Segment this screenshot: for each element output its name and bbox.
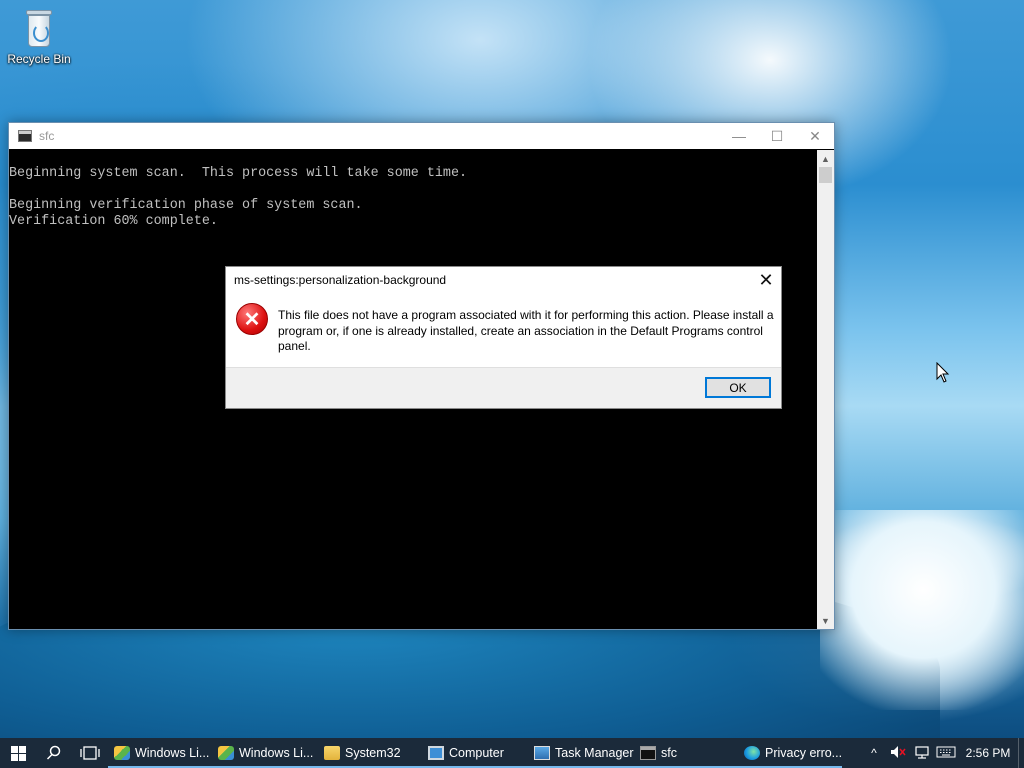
computer-icon [428,746,444,760]
dialog-title: ms-settings:personalization-background [234,273,447,287]
taskbar-item-label: Windows Li... [135,746,210,760]
desktop-icon-recycle-bin[interactable]: Recycle Bin [6,6,72,66]
system-tray: ^ 2:56 PM [862,738,1024,768]
error-icon: ✕ [236,303,268,335]
task-view-button[interactable] [72,738,108,768]
ok-button[interactable]: OK [705,377,771,398]
console-line: Beginning verification phase of system s… [9,198,363,213]
windows-live-icon [114,746,130,760]
taskbar-item-label: Privacy erro... [765,746,842,760]
error-dialog[interactable]: ms-settings:personalization-background ✕… [225,266,782,409]
minimize-button[interactable]: — [720,123,758,149]
network-icon[interactable] [910,745,934,762]
folder-icon [324,746,340,760]
taskbar-item-label: Computer [449,746,504,760]
taskbar-item-windows-live-1[interactable]: Windows Li... [108,738,212,768]
taskbar-item-sfc[interactable]: sfc [634,738,738,768]
console-titlebar[interactable]: sfc — ☐ ✕ [9,123,834,149]
taskbar-item-task-manager[interactable]: Task Manager [528,738,634,768]
scroll-up-arrow-icon[interactable]: ▲ [817,150,834,167]
taskbar-item-computer[interactable]: Computer [422,738,528,768]
mouse-cursor-icon [936,362,950,383]
taskbar-item-label: Task Manager [555,746,634,760]
taskbar-item-system32[interactable]: System32 [318,738,422,768]
taskbar: Windows Li... Windows Li... System32 Com… [0,738,1024,768]
task-manager-icon [534,746,550,760]
task-view-icon [80,746,100,760]
wallpaper-foam [820,510,1024,710]
edge-icon [744,746,760,760]
show-desktop-button[interactable] [1018,738,1024,768]
keyboard-icon[interactable] [934,746,958,761]
scroll-thumb[interactable] [819,167,832,183]
desktop-icon-label: Recycle Bin [7,52,71,66]
taskbar-clock[interactable]: 2:56 PM [958,746,1018,760]
windows-live-icon [218,746,234,760]
windows-logo-icon [10,745,26,761]
console-line: Beginning system scan. This process will… [9,166,468,181]
taskbar-item-label: System32 [345,746,401,760]
window-title: sfc [39,129,55,143]
taskbar-item-label: sfc [661,746,677,760]
search-button[interactable] [36,738,72,768]
taskbar-item-label: Windows Li... [239,746,314,760]
taskbar-item-windows-live-2[interactable]: Windows Li... [212,738,318,768]
recycle-bin-icon [24,8,54,48]
close-button[interactable]: ✕ [796,123,834,149]
console-icon [640,746,656,760]
console-line: Verification 60% complete. [9,214,218,229]
show-hidden-icons-chevron-icon[interactable]: ^ [862,746,886,760]
dialog-close-button[interactable]: ✕ [755,269,777,291]
console-icon [18,130,32,142]
maximize-button[interactable]: ☐ [758,123,796,149]
start-button[interactable] [0,738,36,768]
dialog-message: This file does not have a program associ… [278,308,774,353]
taskbar-item-privacy-error[interactable]: Privacy erro... [738,738,842,768]
search-icon [46,745,61,760]
volume-muted-icon[interactable] [886,745,910,762]
vertical-scrollbar[interactable]: ▲ ▼ [817,150,834,629]
dialog-footer: OK [226,367,781,408]
scroll-down-arrow-icon[interactable]: ▼ [817,612,834,629]
